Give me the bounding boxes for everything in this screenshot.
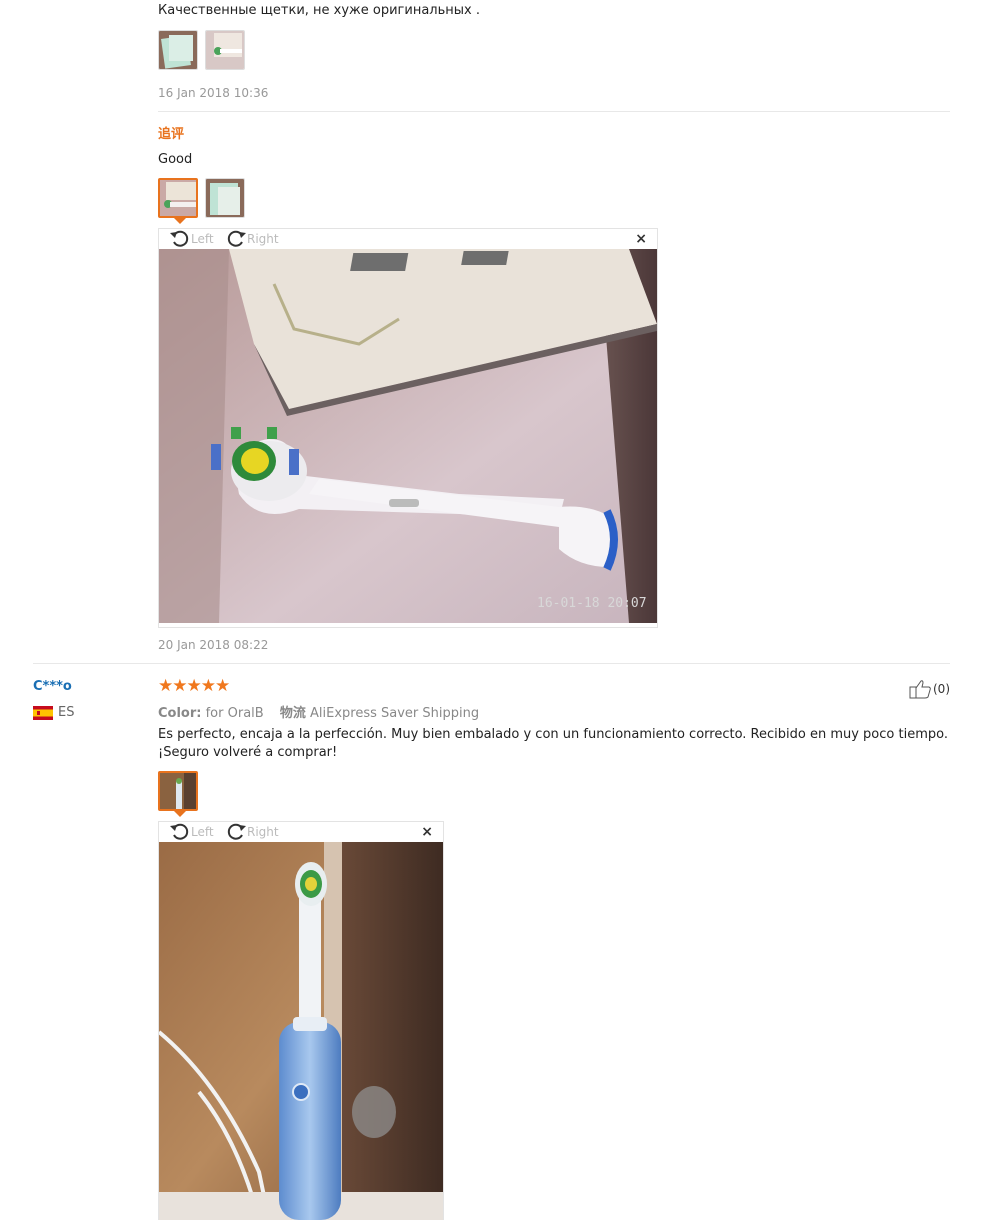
rotate-left-button[interactable]: Left (169, 822, 214, 842)
review-date: 16 Jan 2018 10:36 (158, 86, 269, 100)
image-viewer: Left Right × (158, 228, 658, 628)
viewer-toolbar: Left Right × (159, 229, 657, 249)
review-text: Es perfecto, encaja a la perfección. Muy… (158, 727, 948, 760)
rotate-right-button[interactable]: Right (225, 229, 279, 249)
color-value: for OralB (205, 706, 264, 721)
rotate-left-icon (169, 228, 191, 251)
rotate-left-icon (169, 821, 191, 844)
followup-label: 追评 (158, 127, 185, 142)
followup-date: 20 Jan 2018 08:22 (158, 638, 269, 652)
helpful-count: (0) (933, 682, 950, 696)
close-icon[interactable]: × (421, 824, 433, 840)
rotate-right-label: Right (247, 825, 279, 839)
divider (158, 111, 950, 112)
divider (33, 663, 950, 664)
shipping-value: AliExpress Saver Shipping (310, 706, 480, 721)
review-meta: Color: for OralB 物流 AliExpress Saver Shi… (158, 702, 479, 721)
review-photo (159, 842, 443, 1220)
helpful-button[interactable]: (0) (909, 679, 950, 699)
country-code: ES (58, 705, 75, 720)
rotate-left-button[interactable]: Left (169, 229, 214, 249)
review-thumbnail-selected[interactable] (158, 771, 198, 811)
reviewer-name[interactable]: C***o (33, 679, 72, 694)
thumbnail-caret (174, 811, 186, 817)
photo-timestamp: 16-01-18 20:07 (537, 596, 647, 611)
rating-stars: ★★★★★ (158, 676, 230, 696)
viewer-toolbar: Left Right × (159, 822, 443, 842)
color-label: Color: (158, 706, 202, 721)
thumbs-up-icon (909, 679, 933, 699)
rotate-right-label: Right (247, 232, 279, 246)
review-thumbnail-selected[interactable] (158, 178, 198, 218)
rotate-right-button[interactable]: Right (225, 822, 279, 842)
rotate-left-label: Left (191, 825, 214, 839)
shipping-label: 物流 (279, 706, 306, 721)
thumbnail-caret (174, 218, 186, 224)
rotate-right-icon (225, 821, 247, 844)
spain-flag-icon (33, 705, 53, 720)
review-thumbnail[interactable] (205, 30, 245, 70)
review-text: Качественные щетки, не хуже оригинальных… (158, 3, 480, 18)
review-thumbnail[interactable] (205, 178, 245, 218)
reviewer-country: ES (33, 705, 74, 720)
image-viewer: Left Right × (158, 821, 444, 1220)
review-thumbnail[interactable] (158, 30, 198, 70)
rotate-right-icon (225, 228, 247, 251)
close-icon[interactable]: × (635, 231, 647, 247)
review-photo: 16-01-18 20:07 (159, 249, 657, 623)
rotate-left-label: Left (191, 232, 214, 246)
followup-text: Good (158, 152, 193, 167)
